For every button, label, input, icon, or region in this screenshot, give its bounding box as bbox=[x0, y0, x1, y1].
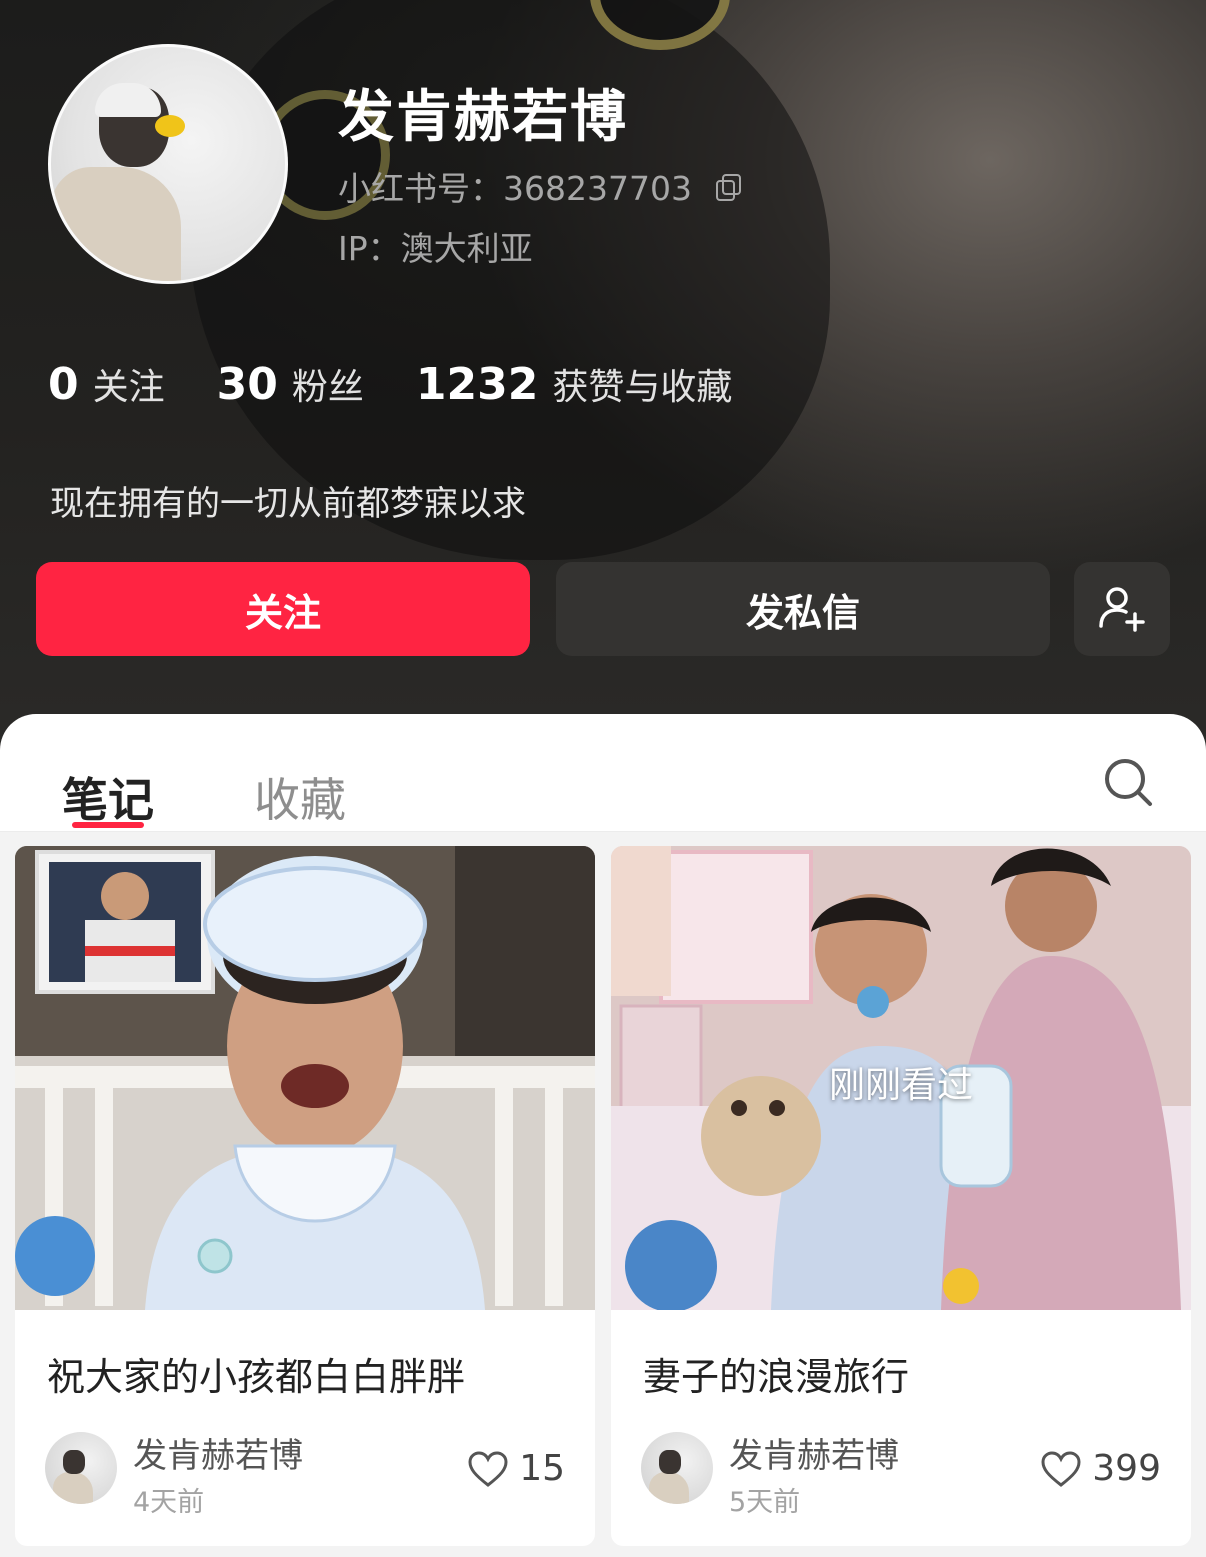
red-id: 小红书号：368237703 bbox=[338, 162, 741, 210]
message-button[interactable]: 发私信 bbox=[556, 562, 1050, 656]
tab-favorites[interactable]: 收藏 bbox=[254, 764, 346, 830]
note-author[interactable]: 发肯赫若博 bbox=[729, 1428, 899, 1477]
red-id-text: 小红书号：368237703 bbox=[338, 169, 692, 208]
avatar-head bbox=[63, 1450, 85, 1474]
avatar-body bbox=[649, 1472, 689, 1504]
search-icon[interactable] bbox=[1100, 754, 1156, 810]
like-button[interactable]: 15 bbox=[467, 1448, 565, 1489]
copy-icon[interactable] bbox=[715, 174, 741, 201]
stat-label: 获赞与收藏 bbox=[552, 367, 733, 408]
avatar-body bbox=[53, 1472, 93, 1504]
note-card[interactable]: 祝大家的小孩都白白胖胖 发肯赫若博 4天前 15 bbox=[15, 846, 595, 1546]
heart-icon bbox=[468, 1450, 508, 1487]
profile-stats: 0 关注 30 粉丝 1232 获赞与收藏 bbox=[48, 358, 784, 410]
like-count: 399 bbox=[1092, 1448, 1161, 1489]
author-avatar[interactable] bbox=[45, 1432, 117, 1504]
add-friend-button[interactable] bbox=[1074, 562, 1170, 656]
note-cover-image: 刚刚看过 bbox=[611, 846, 1191, 1310]
profile-bio: 现在拥有的一切从前都梦寐以求 bbox=[50, 484, 526, 524]
note-time: 4天前 bbox=[133, 1487, 205, 1518]
stat-number: 30 bbox=[216, 359, 278, 410]
stat-number: 0 bbox=[48, 359, 79, 410]
tab-notes[interactable]: 笔记 bbox=[62, 764, 154, 830]
profile-name: 发肯赫若博 bbox=[338, 85, 628, 150]
stat-likes-saves[interactable]: 1232 获赞与收藏 bbox=[416, 358, 732, 410]
stat-followers[interactable]: 30 粉丝 bbox=[217, 358, 364, 410]
avatar-head bbox=[659, 1450, 681, 1474]
stat-number: 1232 bbox=[415, 359, 539, 410]
recently-viewed-label: 刚刚看过 bbox=[828, 1065, 973, 1106]
stat-label: 关注 bbox=[92, 367, 165, 408]
profile-tabbar: 笔记 收藏 bbox=[0, 714, 1206, 832]
add-user-icon bbox=[1099, 587, 1145, 632]
note-card[interactable]: 刚刚看过 妻子的浪漫旅行 发肯赫若博 5天前 399 bbox=[611, 846, 1191, 1546]
avatar-banana bbox=[155, 115, 185, 137]
note-title: 祝大家的小孩都白白胖胖 bbox=[47, 1355, 466, 1399]
profile-avatar[interactable] bbox=[48, 44, 288, 284]
stat-label: 粉丝 bbox=[291, 367, 364, 408]
like-button[interactable]: 399 bbox=[1040, 1448, 1161, 1489]
note-author[interactable]: 发肯赫若博 bbox=[133, 1428, 303, 1477]
active-tab-indicator bbox=[72, 822, 144, 828]
avatar-cap bbox=[95, 83, 161, 117]
cover-illustration bbox=[15, 846, 595, 1310]
stat-following[interactable]: 0 关注 bbox=[48, 358, 165, 410]
notes-feed: 祝大家的小孩都白白胖胖 发肯赫若博 4天前 15 刚刚看过 妻子的浪漫旅行 发肯… bbox=[0, 832, 1206, 1557]
author-avatar[interactable] bbox=[641, 1432, 713, 1504]
note-cover-image bbox=[15, 846, 595, 1310]
ip-location: IP：澳大利亚 bbox=[338, 229, 533, 268]
heart-icon bbox=[1041, 1450, 1081, 1487]
note-time: 5天前 bbox=[729, 1487, 801, 1518]
profile-header: 发肯赫若博 小红书号：368237703 IP：澳大利亚 0 关注 30 粉丝 … bbox=[0, 0, 1206, 760]
like-count: 15 bbox=[519, 1448, 565, 1489]
note-title: 妻子的浪漫旅行 bbox=[643, 1355, 910, 1399]
avatar-person bbox=[51, 167, 181, 281]
follow-button[interactable]: 关注 bbox=[36, 562, 530, 656]
